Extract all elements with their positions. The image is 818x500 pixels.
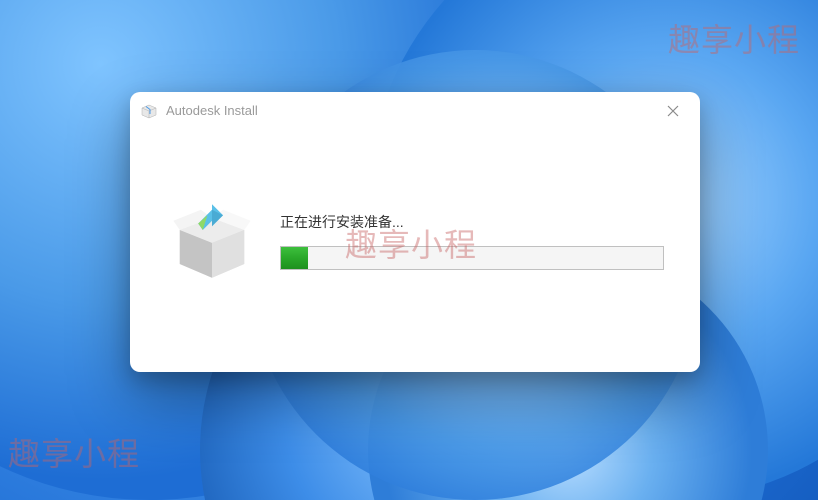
progress-fill [281,247,308,269]
progress-area: 正在进行安装准备... [280,212,664,270]
installer-dialog: Autodesk Install 正在进行安装准备... [130,92,700,372]
window-title: Autodesk Install [166,103,658,118]
titlebar: Autodesk Install [130,92,700,130]
package-box-icon [166,195,258,287]
installer-icon [140,102,158,120]
status-text: 正在进行安装准备... [280,212,664,232]
close-icon [667,105,679,117]
progress-bar [280,246,664,270]
close-button[interactable] [658,96,688,126]
dialog-content: 正在进行安装准备... [130,130,700,372]
